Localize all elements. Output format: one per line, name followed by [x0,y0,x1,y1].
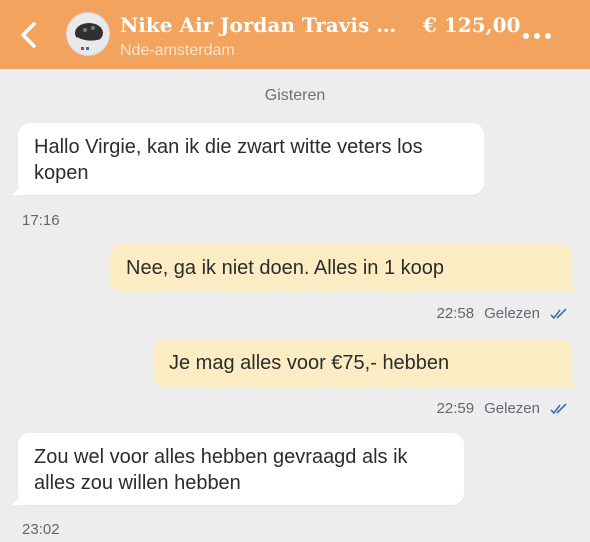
double-check-icon [550,307,567,319]
listing-thumbnail[interactable] [66,12,110,56]
message-text: Zou wel voor alles hebben gevraagd als i… [34,446,408,494]
message-bubble-outgoing[interactable]: Nee, ga ik niet doen. Alles in 1 koop [110,244,572,292]
message-text: Je mag alles voor €75,- hebben [169,352,450,374]
more-menu-button[interactable] [523,26,559,46]
listing-price: € 125,00 [423,13,521,37]
more-dots-icon [523,33,529,39]
message-time: 23:02 [22,521,60,538]
message-time: 22:58 [436,305,475,322]
message-bubble-incoming[interactable]: Hallo Virgie, kan ik die zwart witte vet… [18,123,484,195]
double-check-icon [550,402,567,414]
message-text: Nee, ga ik niet doen. Alles in 1 koop [126,257,444,279]
sneaker-icon [75,23,103,50]
message-bubble-outgoing[interactable]: Je mag alles voor €75,- hebben [153,339,572,387]
message-text: Hallo Virgie, kan ik die zwart witte vet… [34,136,423,184]
message-time: 22:59 [436,400,475,417]
day-separator: Gisteren [264,87,326,104]
chat-header: Nike Air Jordan Travis Scott... Nde-amst… [0,0,590,69]
message-bubble-incoming[interactable]: Zou wel voor alles hebben gevraagd als i… [18,433,464,505]
message-meta: 22:59 Gelezen [437,400,568,417]
message-time: 17:16 [22,212,60,229]
message-meta: 22:58 Gelezen [437,305,568,322]
seller-name: Nde-amsterdam [120,42,235,59]
read-status: Gelezen [484,400,540,417]
back-button[interactable] [16,20,42,50]
read-status: Gelezen [484,305,540,322]
listing-title[interactable]: Nike Air Jordan Travis Scott... [120,13,410,37]
chevron-left-icon [21,22,36,48]
